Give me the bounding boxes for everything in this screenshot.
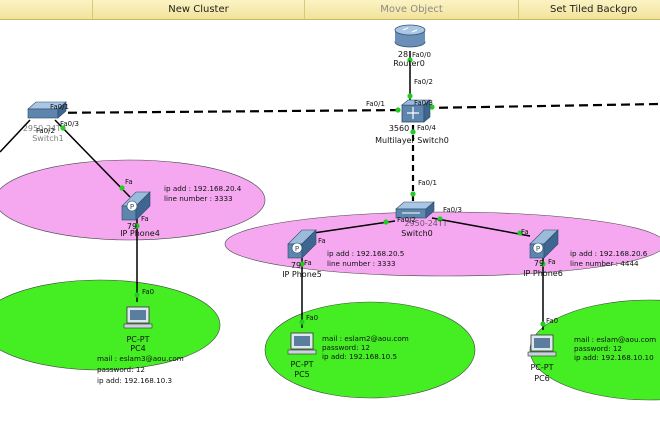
pc6-note-password: password: 12 <box>574 344 622 353</box>
pc6-port: Fa0 <box>546 317 558 325</box>
mls-port-fa03: Fa0/3 <box>414 99 433 107</box>
phone5-port-bottom: Fa <box>304 259 312 267</box>
router-name: Router0 <box>393 59 425 68</box>
phone6-note-line: line number : 4444 <box>570 259 639 268</box>
toolbar: New Cluster Move Object Set Tiled Backgr… <box>0 0 660 20</box>
pc5-icon[interactable] <box>287 332 317 355</box>
pc6-icon[interactable] <box>527 334 557 357</box>
svg-text:P: P <box>295 245 299 253</box>
phone4-note-ip: ip add : 192.168.20.4 <box>164 184 242 193</box>
workspace-canvas[interactable]: 28 Router0 Fa0/0 Fa0/2 Fa0/1 Fa0/3 Fa0/4… <box>0 20 660 440</box>
pc4-note-password: password: 12 <box>97 365 145 374</box>
phone4-port-top: Fa <box>125 178 133 186</box>
phone5-note-line: line number : 3333 <box>327 259 396 268</box>
toolbar-spacer <box>0 0 93 19</box>
pc5-note-mail: mail : eslam2@aou.com <box>322 334 409 343</box>
sw1-port-fa03: Fa0/3 <box>60 120 79 128</box>
pc6-note-ip: ip add: 192.168.10.10 <box>574 353 654 362</box>
pc5-port: Fa0 <box>306 314 318 322</box>
pc5-name: PC5 <box>294 370 310 379</box>
pc5-note-password: password: 12 <box>322 343 370 352</box>
phone6-model: 79 <box>534 259 544 268</box>
sw0-port-fa03: Fa0/3 <box>443 206 462 214</box>
router-model: 28 <box>398 50 408 59</box>
sw0-model: 2950-24TT <box>404 219 447 228</box>
pc4-type: PC-PT <box>126 335 149 344</box>
sw1-port-fa01: Fa0/1 <box>50 103 69 111</box>
phone5-port-top: Fa <box>318 237 326 245</box>
phone4-name: IP Phone4 <box>120 229 160 238</box>
phone6-port-top: Fa <box>521 228 529 236</box>
pc4-port: Fa0 <box>142 288 154 296</box>
phone6-note-ip: ip add : 192.168.20.6 <box>570 249 648 258</box>
phone4-port-bottom: Fa <box>141 215 149 223</box>
sw1-name: Switch1 <box>32 134 64 143</box>
pc4-note-ip: ip add: 192.168.10.3 <box>97 376 172 385</box>
pc5-note-ip: ip add: 192.168.10.5 <box>322 352 397 361</box>
mls-name: Multilayer Switch0 <box>375 136 449 145</box>
pc4-icon[interactable] <box>123 306 153 329</box>
phone5-note-ip: ip add : 192.168.20.5 <box>327 249 404 258</box>
phone5-model: 79 <box>291 261 301 270</box>
link-mls-right[interactable] <box>424 102 660 110</box>
mls-port-fa04: Fa0/4 <box>417 124 436 132</box>
pc6-type: PC-PT <box>530 363 553 372</box>
router-icon[interactable] <box>394 24 426 48</box>
sw0-name: Switch0 <box>401 229 433 238</box>
router-port-fa00: Fa0/0 <box>412 51 431 59</box>
phone4-note-line: line number : 3333 <box>164 194 233 203</box>
move-object-button[interactable]: Move Object <box>305 0 519 19</box>
pc6-note-mail: mail : eslam@aou.com <box>574 335 656 344</box>
set-tiled-background-button[interactable]: Set Tiled Backgro <box>519 0 660 19</box>
sw1-model: 2950-24T <box>23 124 61 133</box>
phone6-port-bottom: Fa <box>548 258 556 266</box>
mls-model: 3560 <box>389 124 409 133</box>
topology-svg[interactable]: 28 Router0 Fa0/0 Fa0/2 Fa0/1 Fa0/3 Fa0/4… <box>0 20 660 440</box>
sw0-port-fa01: Fa0/1 <box>418 179 437 187</box>
svg-text:P: P <box>536 245 540 253</box>
pc5-type: PC-PT <box>290 360 313 369</box>
phone5-name: IP Phone5 <box>282 270 322 279</box>
mls-port-fa02: Fa0/2 <box>414 78 433 86</box>
link-sw1-mls[interactable] <box>39 108 411 115</box>
svg-text:P: P <box>130 203 134 211</box>
phone6-name: IP Phone6 <box>523 269 563 278</box>
pc4-name: PC4 <box>130 344 146 353</box>
pc4-note-mail: mail : eslam3@aou.com <box>97 354 184 363</box>
pc6-name: PC6 <box>534 374 550 383</box>
mls-port-fa01: Fa0/1 <box>366 100 385 108</box>
new-cluster-button[interactable]: New Cluster <box>93 0 305 19</box>
